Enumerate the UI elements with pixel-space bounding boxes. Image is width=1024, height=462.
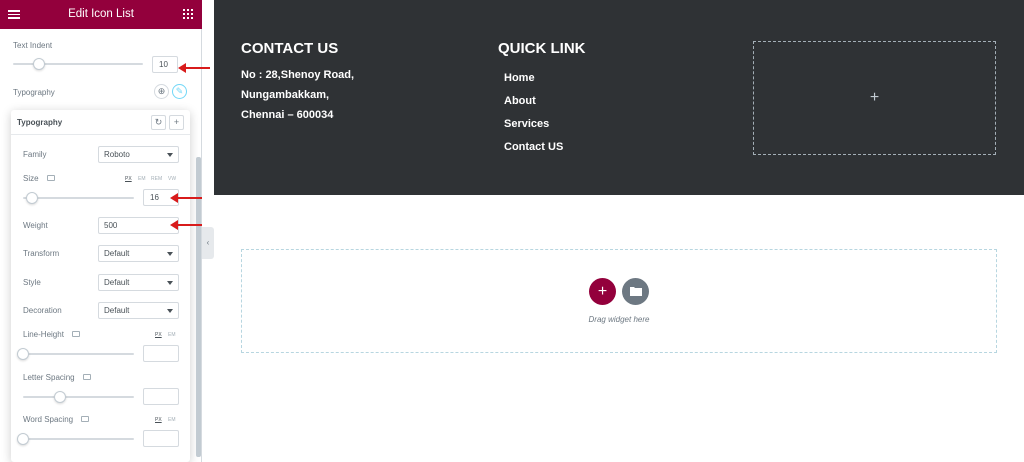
word-spacing-slider-track[interactable]	[23, 438, 134, 440]
unit-em[interactable]: EM	[168, 417, 176, 423]
size-slider-handle[interactable]	[26, 192, 38, 204]
line-height-label: Line-Height	[23, 330, 64, 339]
address-line: Nungambakkam,	[241, 89, 330, 101]
panel-scrollbar[interactable]	[196, 157, 201, 457]
template-library-button[interactable]	[622, 278, 649, 305]
typography-popover: Typography ↻ + Family Roboto Size PX EM …	[11, 110, 190, 462]
chevron-down-icon	[167, 252, 173, 256]
edit-pencil-icon[interactable]: ✎	[172, 84, 187, 99]
unit-vw[interactable]: VW	[168, 176, 176, 182]
text-indent-slider-handle[interactable]	[33, 58, 45, 70]
line-height-input[interactable]	[143, 345, 179, 362]
panel-header: Edit Icon List	[0, 0, 202, 29]
panel-title: Edit Icon List	[68, 8, 134, 20]
weight-label: Weight	[23, 221, 48, 230]
contact-title: CONTACT US	[241, 40, 339, 57]
unit-px[interactable]: PX	[125, 176, 132, 182]
annotation-arrow	[170, 193, 202, 203]
word-spacing-label: Word Spacing	[23, 415, 74, 424]
letter-spacing-label: Letter Spacing	[23, 373, 75, 382]
transform-label: Transform	[23, 249, 60, 258]
add-icon[interactable]: +	[169, 115, 184, 130]
unit-em[interactable]: EM	[168, 332, 176, 338]
chevron-down-icon	[167, 281, 173, 285]
letter-spacing-input[interactable]	[143, 388, 179, 405]
monitor-icon[interactable]	[72, 331, 80, 337]
text-indent-input[interactable]: 10	[152, 56, 178, 73]
folder-icon	[629, 287, 642, 296]
typography-label: Typography	[13, 88, 55, 97]
add-section-dropzone[interactable]: + Drag widget here	[241, 249, 997, 353]
annotation-arrow	[170, 220, 202, 230]
quick-link-title: QUICK LINK	[498, 40, 586, 57]
style-select[interactable]: Default	[98, 274, 179, 291]
globe-icon[interactable]: ⊕	[154, 84, 169, 99]
decoration-select[interactable]: Default	[98, 302, 179, 319]
text-indent-label: Text Indent	[13, 41, 53, 50]
link-contact-us[interactable]: Contact US	[504, 141, 563, 153]
annotation-arrow	[178, 63, 210, 73]
family-select[interactable]: Roboto	[98, 146, 179, 163]
empty-column-placeholder[interactable]: +	[753, 41, 996, 155]
weight-value: 500	[104, 221, 118, 230]
word-spacing-slider-handle[interactable]	[17, 433, 29, 445]
unit-rem[interactable]: REM	[151, 176, 162, 182]
monitor-icon[interactable]	[81, 416, 89, 422]
link-home[interactable]: Home	[504, 72, 535, 84]
style-label: Style	[23, 278, 41, 287]
chevron-down-icon	[167, 309, 173, 313]
link-services[interactable]: Services	[504, 118, 549, 130]
monitor-icon[interactable]	[47, 175, 55, 181]
editor-panel: Edit Icon List Text Indent 10 Typography…	[0, 0, 202, 462]
unit-px[interactable]: PX	[155, 332, 162, 338]
unit-px[interactable]: PX	[155, 417, 162, 423]
size-slider-track[interactable]	[23, 197, 134, 199]
link-about[interactable]: About	[504, 95, 536, 107]
add-icon[interactable]: +	[754, 89, 995, 107]
line-height-slider-track[interactable]	[23, 353, 134, 355]
reset-icon[interactable]: ↻	[151, 115, 166, 130]
decoration-label: Decoration	[23, 306, 62, 315]
add-section-button[interactable]: +	[589, 278, 616, 305]
footer-section: CONTACT US No : 28,Shenoy Road, Nungamba…	[214, 0, 1024, 195]
word-spacing-input[interactable]	[143, 430, 179, 447]
decoration-value: Default	[104, 306, 130, 315]
chevron-down-icon	[167, 153, 173, 157]
family-label: Family	[23, 150, 47, 159]
address-line: No : 28,Shenoy Road,	[241, 69, 355, 81]
transform-value: Default	[104, 249, 130, 258]
popover-header: Typography ↻ +	[11, 110, 190, 135]
weight-select[interactable]: 500	[98, 217, 179, 234]
monitor-icon[interactable]	[83, 374, 91, 380]
widgets-grid-icon[interactable]	[183, 9, 193, 19]
collapse-panel-toggle[interactable]: ‹	[202, 227, 214, 259]
size-label: Size	[23, 174, 39, 183]
line-height-slider-handle[interactable]	[17, 348, 29, 360]
style-value: Default	[104, 278, 130, 287]
letter-spacing-slider-handle[interactable]	[54, 391, 66, 403]
drag-widget-hint: Drag widget here	[588, 315, 650, 324]
transform-select[interactable]: Default	[98, 245, 179, 262]
address-line: Chennai – 600034	[241, 109, 334, 121]
unit-em[interactable]: EM	[138, 176, 146, 182]
letter-spacing-slider-track[interactable]	[23, 396, 134, 398]
family-value: Roboto	[104, 150, 130, 159]
popover-title: Typography	[17, 118, 63, 127]
